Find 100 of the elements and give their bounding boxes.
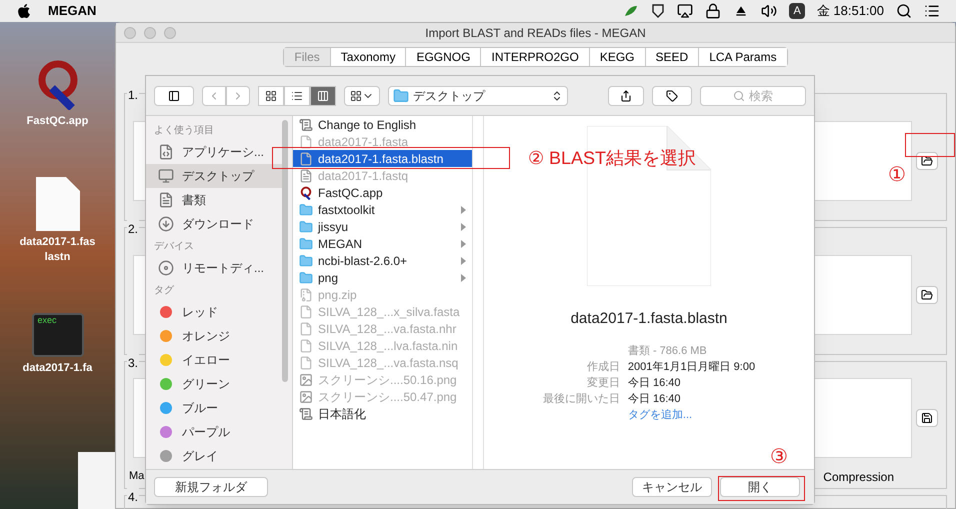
menu-clock[interactable]: 金 18:51:00	[816, 1, 884, 21]
terminal-icon: exec	[32, 313, 84, 357]
folder-icon	[921, 155, 933, 167]
folder-icon	[299, 220, 313, 234]
monitor-icon	[158, 168, 174, 184]
sidebar-item[interactable]: オレンジ	[146, 324, 282, 348]
app-logo-icon	[299, 186, 313, 200]
folder-icon	[393, 88, 409, 104]
document-icon	[36, 177, 80, 231]
script-icon	[299, 118, 313, 132]
folder-icon	[299, 270, 313, 284]
desktop-icon-label[interactable]: data2017-1.fas lastn	[20, 235, 96, 265]
sidebar-heading: タグ	[154, 284, 175, 298]
download-icon	[158, 216, 174, 232]
open-folder-button[interactable]	[916, 152, 938, 170]
file-row[interactable]: MEGAN	[293, 235, 472, 252]
app-menu[interactable]: MEGAN	[48, 1, 96, 21]
file-row[interactable]: data2017-1.fasta.blastn	[293, 150, 472, 167]
open-button[interactable]: 開く	[720, 477, 800, 497]
airplay-icon[interactable]	[677, 3, 694, 19]
apple-icon[interactable]	[16, 3, 32, 19]
script-icon	[299, 406, 313, 420]
folder-icon	[299, 254, 313, 268]
image-icon	[299, 390, 313, 404]
open-folder-button[interactable]	[916, 286, 938, 304]
info-label: 最後に開いた日	[542, 392, 620, 406]
image-icon	[299, 372, 313, 386]
apps-icon	[158, 144, 174, 160]
shield-icon[interactable]	[651, 4, 666, 18]
cancel-button[interactable]: キャンセル	[632, 477, 712, 497]
disc-icon	[158, 260, 174, 276]
disclosure-triangle-icon	[461, 222, 466, 230]
sidebar-item[interactable]: パープル	[146, 420, 282, 444]
annotation-number: ①	[888, 163, 906, 188]
file-row[interactable]: fastxtoolkit	[293, 201, 472, 218]
disclosure-triangle-icon	[461, 274, 466, 282]
sidebar-item[interactable]: グレイ	[146, 444, 282, 468]
sidebar-item[interactable]: リモートディ...	[146, 256, 282, 280]
document-icon	[299, 338, 313, 352]
share-button[interactable]	[608, 86, 644, 106]
file-row[interactable]: jissyu	[293, 218, 472, 235]
search-icon[interactable]	[896, 3, 912, 19]
file-kind-size: 書類 - 786.6 MB	[628, 344, 708, 358]
scrollbar-thumb[interactable]	[282, 120, 288, 382]
annotation-number: ③	[770, 445, 788, 470]
tag-icon	[666, 90, 678, 102]
file-row[interactable]: 日本語化	[293, 405, 472, 422]
option-label: Ma	[129, 469, 144, 484]
view-mode-button[interactable]	[258, 86, 284, 106]
document-icon	[158, 192, 174, 208]
view-mode-button[interactable]	[284, 86, 310, 106]
arrange-button[interactable]	[344, 86, 380, 106]
view-mode-button[interactable]	[310, 86, 336, 106]
sidebar-item[interactable]: ダウンロード	[146, 212, 282, 236]
sidebar-item[interactable]: デスクトップ	[146, 164, 282, 188]
add-tag-link[interactable]: タグを追加...	[628, 406, 756, 422]
sidebar-icon	[168, 90, 180, 102]
leaf-icon[interactable]	[623, 4, 640, 18]
folder-icon	[299, 236, 313, 250]
desktop-icon-label[interactable]: FastQC.app	[26, 114, 88, 129]
sidebar-item[interactable]: レッド	[146, 300, 282, 324]
document-icon	[299, 152, 313, 166]
file-row[interactable]: ncbi-blast-2.6.0+	[293, 252, 472, 269]
folder-icon	[299, 202, 313, 216]
lock-icon[interactable]	[705, 3, 722, 19]
desktop-icon-label[interactable]: data2017-1.fa	[22, 361, 92, 376]
document-icon	[299, 322, 313, 336]
input-source-badge[interactable]: A	[789, 2, 805, 20]
sidebar-heading: よく使う項目	[154, 124, 215, 138]
folder-icon	[921, 289, 933, 301]
info-value: 2001年1月1日月曜日 9:00	[628, 360, 756, 374]
location-dropdown[interactable]: デスクトップ	[388, 86, 568, 106]
volume-icon[interactable]	[761, 3, 778, 19]
sidebar-item[interactable]: ブルー	[146, 396, 282, 420]
disclosure-triangle-icon	[461, 240, 466, 248]
new-folder-button[interactable]: 新規フォルダ	[154, 477, 268, 497]
grid-icon	[265, 90, 277, 102]
window-title: Import BLAST and READs files - MEGAN	[425, 24, 646, 42]
menu-icon[interactable]	[924, 3, 940, 19]
document-icon	[299, 168, 313, 182]
sidebar-heading: デバイス	[154, 240, 195, 254]
grid-icon	[350, 90, 362, 102]
up-down-caret-icon	[551, 90, 563, 102]
file-row[interactable]: png	[293, 269, 472, 286]
save-button[interactable]	[916, 409, 938, 427]
sidebar-toggle-button[interactable]	[154, 86, 194, 106]
info-label: 作成日	[586, 360, 620, 374]
archive-icon	[299, 288, 313, 302]
file-row[interactable]: Change to English	[293, 116, 472, 133]
file-row[interactable]: FastQC.app	[293, 184, 472, 201]
sidebar-item[interactable]: イエロー	[146, 348, 282, 372]
document-icon	[299, 356, 313, 370]
tag-button[interactable]	[652, 86, 692, 106]
sidebar-item[interactable]: アプリケーシ...	[146, 140, 282, 164]
sidebar-item[interactable]: グリーン	[146, 372, 282, 396]
highlight-frame	[905, 133, 955, 157]
disclosure-triangle-icon	[461, 206, 466, 214]
sidebar-item[interactable]: 書類	[146, 188, 282, 212]
document-icon	[299, 304, 313, 318]
share-icon	[620, 90, 632, 102]
